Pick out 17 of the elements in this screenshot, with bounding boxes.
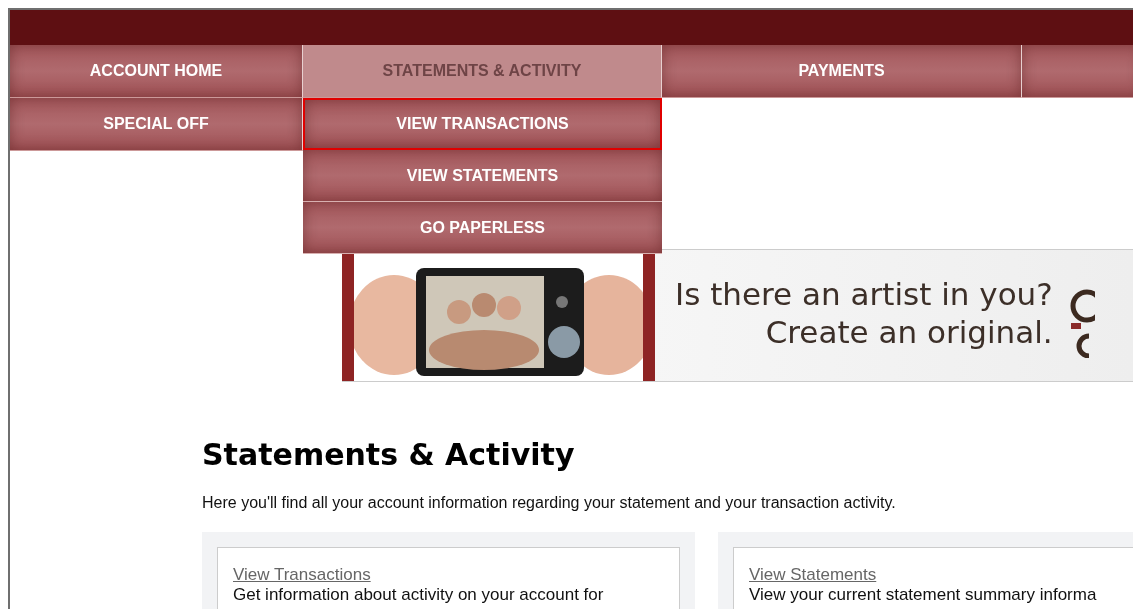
- nav-tab[interactable]: STATEMENTS & ACTIVITY: [303, 45, 662, 98]
- intro-text: Here you'll find all your account information regarding your statement and your transaction activity.: [202, 494, 897, 512]
- ad-text: Create an original.: [765, 314, 1053, 350]
- card-description: View your current statement summary informa: [749, 585, 1098, 605]
- page-heading: Statements & Activity: [202, 437, 576, 472]
- banner-ad[interactable]: Is there an artist in you? Create an original.: [342, 249, 1133, 382]
- nav-tab[interactable]: SPECIAL OFF: [10, 98, 303, 151]
- nav-tab[interactable]: ACCOUNT HOME: [10, 45, 303, 98]
- menu-item[interactable]: VIEW TRANSACTIONS: [303, 98, 662, 150]
- card-description: Get information about activity on your account for: [233, 585, 605, 605]
- menu-item[interactable]: GO PAPERLESS: [303, 202, 662, 254]
- nav-tab[interactable]: PAYMENTS: [662, 45, 1022, 98]
- card-link[interactable]: View Statements: [749, 565, 1133, 585]
- card-link[interactable]: View Transactions: [233, 565, 664, 585]
- nav-tab[interactable]: [1022, 45, 1133, 98]
- ad-text: Is there an artist in you?: [675, 276, 1053, 312]
- menu-item[interactable]: VIEW STATEMENTS: [303, 150, 662, 202]
